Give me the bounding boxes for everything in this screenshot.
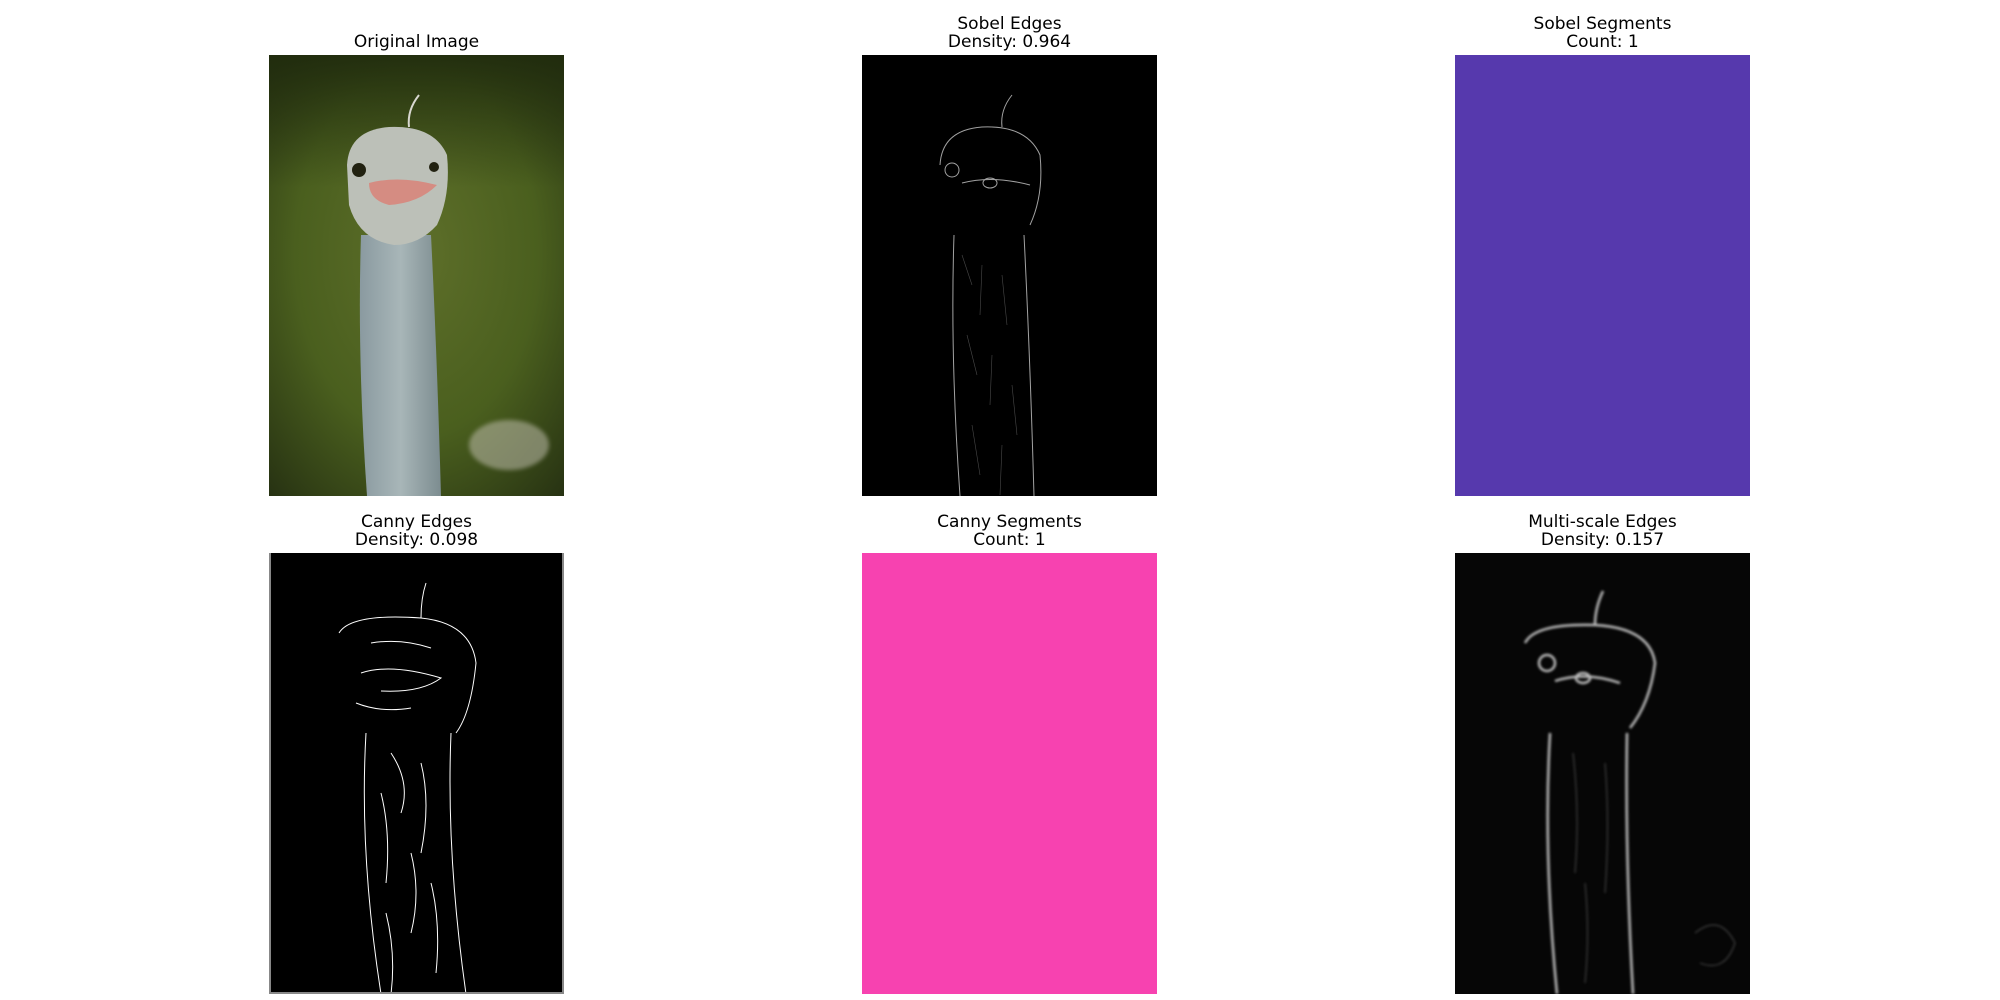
sobel-edges-view: [862, 55, 1157, 496]
segment-fill: [862, 553, 1157, 994]
panel-title-line: Density: 0.964: [947, 32, 1072, 52]
panel-title-line: Canny Edges: [361, 512, 472, 532]
panel-title-line: Count: 1: [973, 530, 1046, 550]
panel-title: Multi-scale Edges Density: 0.157: [1395, 513, 1810, 549]
panel-title: Canny Edges Density: 0.098: [209, 513, 624, 549]
panel-original-image: Original Image: [269, 33, 564, 496]
panel-title-line: Original Image: [353, 32, 480, 52]
panel-title-line: Multi-scale Edges: [1528, 512, 1677, 532]
original-image-view: [269, 55, 564, 496]
panel-title-line: Sobel Segments: [1533, 14, 1672, 34]
panel-title: Sobel Segments Count: 1: [1395, 15, 1810, 51]
panel-title-line: Density: 0.098: [354, 530, 479, 550]
segment-fill: [1455, 55, 1750, 496]
panel-title-line: Count: 1: [1566, 32, 1639, 52]
canny-segments-view: [862, 553, 1157, 994]
panel-sobel-edges: Sobel Edges Density: 0.964: [862, 15, 1157, 496]
panel-title-line: Sobel Edges: [957, 14, 1062, 34]
panel-title-line: Density: 0.157: [1540, 530, 1665, 550]
multiscale-edges-view: [1455, 553, 1750, 994]
panel-title: Canny Segments Count: 1: [802, 513, 1217, 549]
panel-canny-segments: Canny Segments Count: 1: [862, 513, 1157, 994]
panel-title-line: Canny Segments: [937, 512, 1082, 532]
panel-sobel-segments: Sobel Segments Count: 1: [1455, 15, 1750, 496]
panel-multiscale-edges: Multi-scale Edges Density: 0.157: [1455, 513, 1750, 994]
canny-edges-view: [269, 553, 564, 994]
panel-title: Original Image: [209, 33, 624, 51]
sobel-segments-view: [1455, 55, 1750, 496]
panel-canny-edges: Canny Edges Density: 0.098: [269, 513, 564, 994]
panel-title: Sobel Edges Density: 0.964: [802, 15, 1217, 51]
